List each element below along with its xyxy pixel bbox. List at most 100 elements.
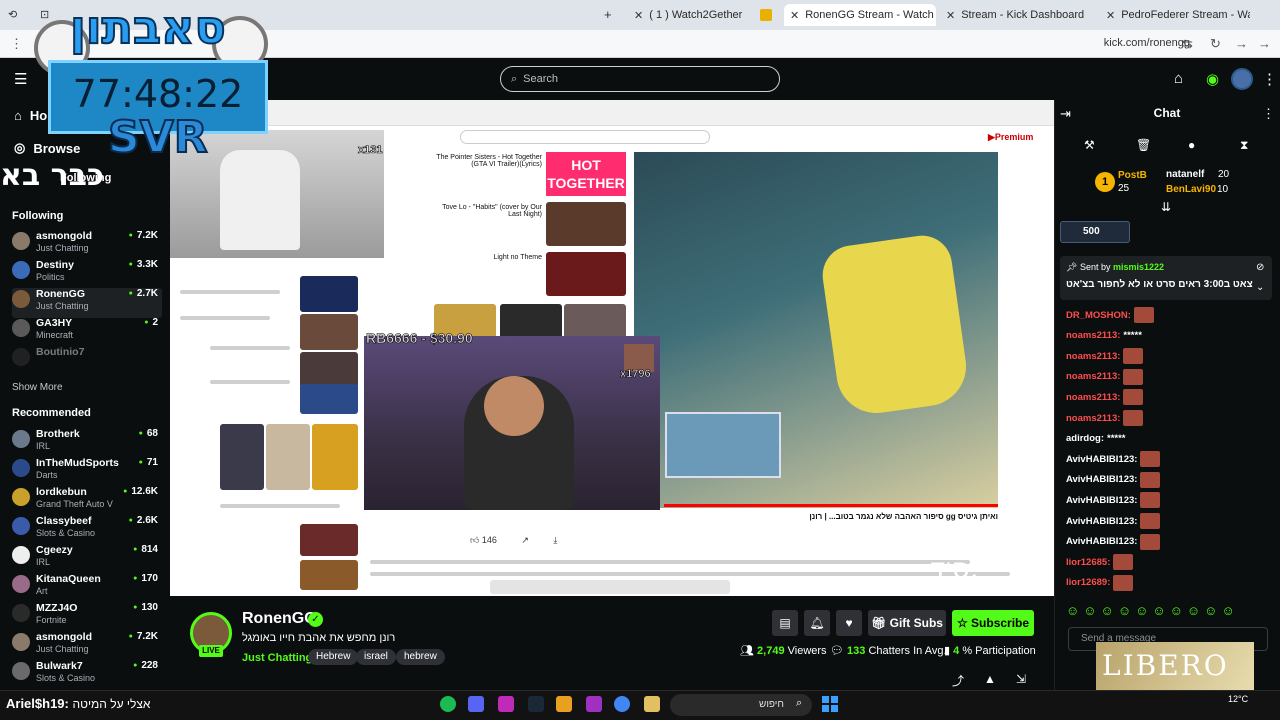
tab-watch2gether[interactable]: ✕ ( 1 ) Watch2Gether xyxy=(628,4,778,26)
stream-category-link[interactable]: Just Chatting xyxy=(242,652,312,664)
tab-pedrofederer-stream[interactable]: ✕ PedroFederer Stream - Watch K xyxy=(1100,4,1250,26)
sidebar-channel-lordkebun[interactable]: lordkebunGrand Theft Auto V 12.6K xyxy=(12,486,162,516)
sidebar-channel-ga3hy[interactable]: GA3HYMinecraft 2 xyxy=(12,317,162,347)
sidebar-channel-bulwark7[interactable]: Bulwark7Slots & Casino 228 xyxy=(12,660,162,690)
channel-name[interactable]: RonenGG xyxy=(242,610,317,628)
hamburger-menu-icon[interactable]: ☰ xyxy=(14,70,27,88)
sidebar-toggle-icon[interactable]: ⋮ xyxy=(10,36,23,52)
chat-message[interactable]: lior12685: xyxy=(1066,553,1134,571)
show-more-link[interactable]: Show More xyxy=(12,382,63,393)
sidebar-channel-asmongold[interactable]: asmongoldJust Chatting 7.2K xyxy=(12,230,162,260)
translate-icon[interactable]: ⇆ xyxy=(1182,36,1193,52)
app-icon[interactable] xyxy=(556,696,572,712)
chat-message[interactable]: AvivHABIBI123: xyxy=(1066,491,1161,509)
chat-username[interactable]: AvivHABIBI123: xyxy=(1066,454,1137,465)
chat-message[interactable]: noams2113: xyxy=(1066,409,1144,427)
chevron-down-icon[interactable]: ⌄ xyxy=(1256,282,1264,293)
tab-close-icon[interactable]: ✕ xyxy=(1106,9,1115,22)
report-icon[interactable]: ▲ xyxy=(984,672,996,686)
tab-search-icon[interactable]: ⊡ xyxy=(40,8,49,21)
steam-icon[interactable] xyxy=(528,696,544,712)
video-progress-bar[interactable] xyxy=(664,504,998,507)
chat-message[interactable]: noams2113: xyxy=(1066,388,1144,406)
sidebar-channel-cgeezy[interactable]: CgeezyIRL 814 xyxy=(12,544,162,574)
tab-close-icon[interactable]: ✕ xyxy=(634,9,643,22)
follow-button[interactable]: ♥ xyxy=(836,610,862,636)
app-icon[interactable] xyxy=(586,696,602,712)
chat-username[interactable]: noams2113: xyxy=(1066,351,1120,362)
leaderboard-name[interactable]: BenLavi90 xyxy=(1166,184,1216,195)
unpin-icon[interactable]: ⊘ xyxy=(1256,262,1264,273)
reload-icon[interactable]: ↻ xyxy=(1210,36,1221,52)
stream-player[interactable]: ▶Premium HOT TOGETHER The Pointer Sister… xyxy=(170,100,1054,596)
chat-username[interactable]: adirdog: xyxy=(1066,433,1104,444)
tag-chip[interactable]: hebrew xyxy=(396,649,445,665)
sidebar-channel-inthemudsports[interactable]: InTheMudSportsDarts 71 xyxy=(12,457,162,487)
chat-message[interactable]: AvivHABIBI123: xyxy=(1066,512,1161,530)
spotify-icon[interactable] xyxy=(440,696,456,712)
tab-ronengg-stream[interactable]: ✕ RonenGG Stream - Watch L K xyxy=(784,4,936,26)
share-icon[interactable]: ↗ xyxy=(521,535,529,545)
user-avatar[interactable] xyxy=(1231,68,1253,90)
url-text[interactable]: kick.com/ronengg xyxy=(1104,37,1190,49)
sidebar-channel-brotherk[interactable]: BrotherkIRL 68 xyxy=(12,428,162,458)
expand-leaderboard-icon[interactable]: ⇊ xyxy=(1161,200,1171,214)
chat-username[interactable]: DR_MOSHON: xyxy=(1066,310,1131,321)
sidebar-channel-asmongold[interactable]: asmongoldJust Chatting 7.2K xyxy=(12,631,162,661)
leaderboard-name[interactable]: natanelf xyxy=(1166,169,1204,180)
chat-username[interactable]: AvivHABIBI123: xyxy=(1066,495,1137,506)
taskbar-search[interactable]: חיפוש xyxy=(670,694,812,716)
app-icon[interactable] xyxy=(498,696,514,712)
chat-message[interactable]: noams2113: xyxy=(1066,368,1144,386)
download-icon[interactable]: ⤓ xyxy=(553,535,557,545)
chat-message[interactable]: DR_MOSHON: xyxy=(1066,306,1154,324)
theater-mode-icon[interactable]: ⇲ xyxy=(1016,672,1026,686)
leaderboard-name[interactable]: PostB xyxy=(1118,170,1147,181)
windows-start-icon[interactable] xyxy=(822,696,838,712)
chat-username[interactable]: noams2113: xyxy=(1066,392,1120,403)
sidebar-channel-destiny[interactable]: DestinyPolitics 3.3K xyxy=(12,259,162,289)
file-explorer-icon[interactable] xyxy=(644,696,660,712)
new-tab-icon[interactable]: + xyxy=(604,7,612,22)
chat-username[interactable]: noams2113: xyxy=(1066,330,1120,341)
chat-username[interactable]: AvivHABIBI123: xyxy=(1066,474,1137,485)
hammer-icon[interactable]: ⚒ xyxy=(1084,138,1095,152)
more-options-icon[interactable]: ⋮ xyxy=(1262,70,1277,88)
chat-message[interactable]: AvivHABIBI123: xyxy=(1066,471,1161,489)
sidebar-channel-ronengg[interactable]: RonenGGJust Chatting 2.7K xyxy=(12,288,162,318)
emote-quick-bar[interactable]: ☺☺☺☺☺☺☺☺☺☺ xyxy=(1066,603,1239,618)
tab-kick-dashboard[interactable]: ✕ Stream - Kick Dashboard K xyxy=(940,4,1090,26)
tag-chip[interactable]: Hebrew xyxy=(308,649,359,665)
sidebar-channel-classybeef[interactable]: ClassybeefSlots & Casino 2.6K xyxy=(12,515,162,545)
chat-message[interactable]: AvivHABIBI123: xyxy=(1066,450,1161,468)
chat-message[interactable]: AvivHABIBI123: xyxy=(1066,533,1161,551)
subscribe-button[interactable]: ☆ Subscribe xyxy=(952,610,1034,636)
tab-close-icon[interactable]: ✕ xyxy=(946,9,955,22)
chat-username[interactable]: lior12685: xyxy=(1066,557,1110,568)
clip-button[interactable]: ▤ xyxy=(772,610,798,636)
hourglass-icon[interactable]: ⧗ xyxy=(1240,138,1248,153)
sidebar-item-browse[interactable]: ◎ Browse xyxy=(14,140,80,156)
discord-icon[interactable] xyxy=(468,696,484,712)
chat-message[interactable]: noams2113: ***** xyxy=(1066,327,1142,345)
sidebar-channel-mzzj4o[interactable]: MZZJ4OFortnite 130 xyxy=(12,602,162,632)
like-icon[interactable]: 👍︎ 146 xyxy=(470,535,497,545)
trash-icon[interactable]: 🗑︎ xyxy=(1136,138,1151,152)
search-input[interactable]: ⌕ Search xyxy=(500,66,780,92)
weather-widget[interactable]: 12°C xyxy=(1228,694,1248,704)
tab-menu-icon[interactable]: ⟲ xyxy=(8,8,17,21)
gift-subs-button[interactable]: 🎁︎ Gift Subs xyxy=(868,610,946,636)
chat-message[interactable]: adirdog: ***** xyxy=(1066,430,1126,448)
chat-username[interactable]: noams2113: xyxy=(1066,413,1120,424)
sidebar-channel-kitanaqueen[interactable]: KitanaQueenArt 170 xyxy=(12,573,162,603)
tab-close-icon[interactable]: ✕ xyxy=(790,9,799,22)
chat-username[interactable]: lior12689: xyxy=(1066,577,1110,588)
sidebar-channel-boutinio7[interactable]: Boutinio7 xyxy=(12,346,162,376)
chat-username[interactable]: AvivHABIBI123: xyxy=(1066,536,1137,547)
chat-bubble-icon[interactable]: ● xyxy=(1188,138,1195,152)
chat-message[interactable]: noams2113: xyxy=(1066,347,1144,365)
chrome-icon[interactable] xyxy=(614,696,630,712)
forward-icon[interactable]: → xyxy=(1235,36,1248,51)
chat-message[interactable]: lior12689: xyxy=(1066,574,1134,592)
chat-options-icon[interactable]: ⋮ xyxy=(1262,106,1275,122)
